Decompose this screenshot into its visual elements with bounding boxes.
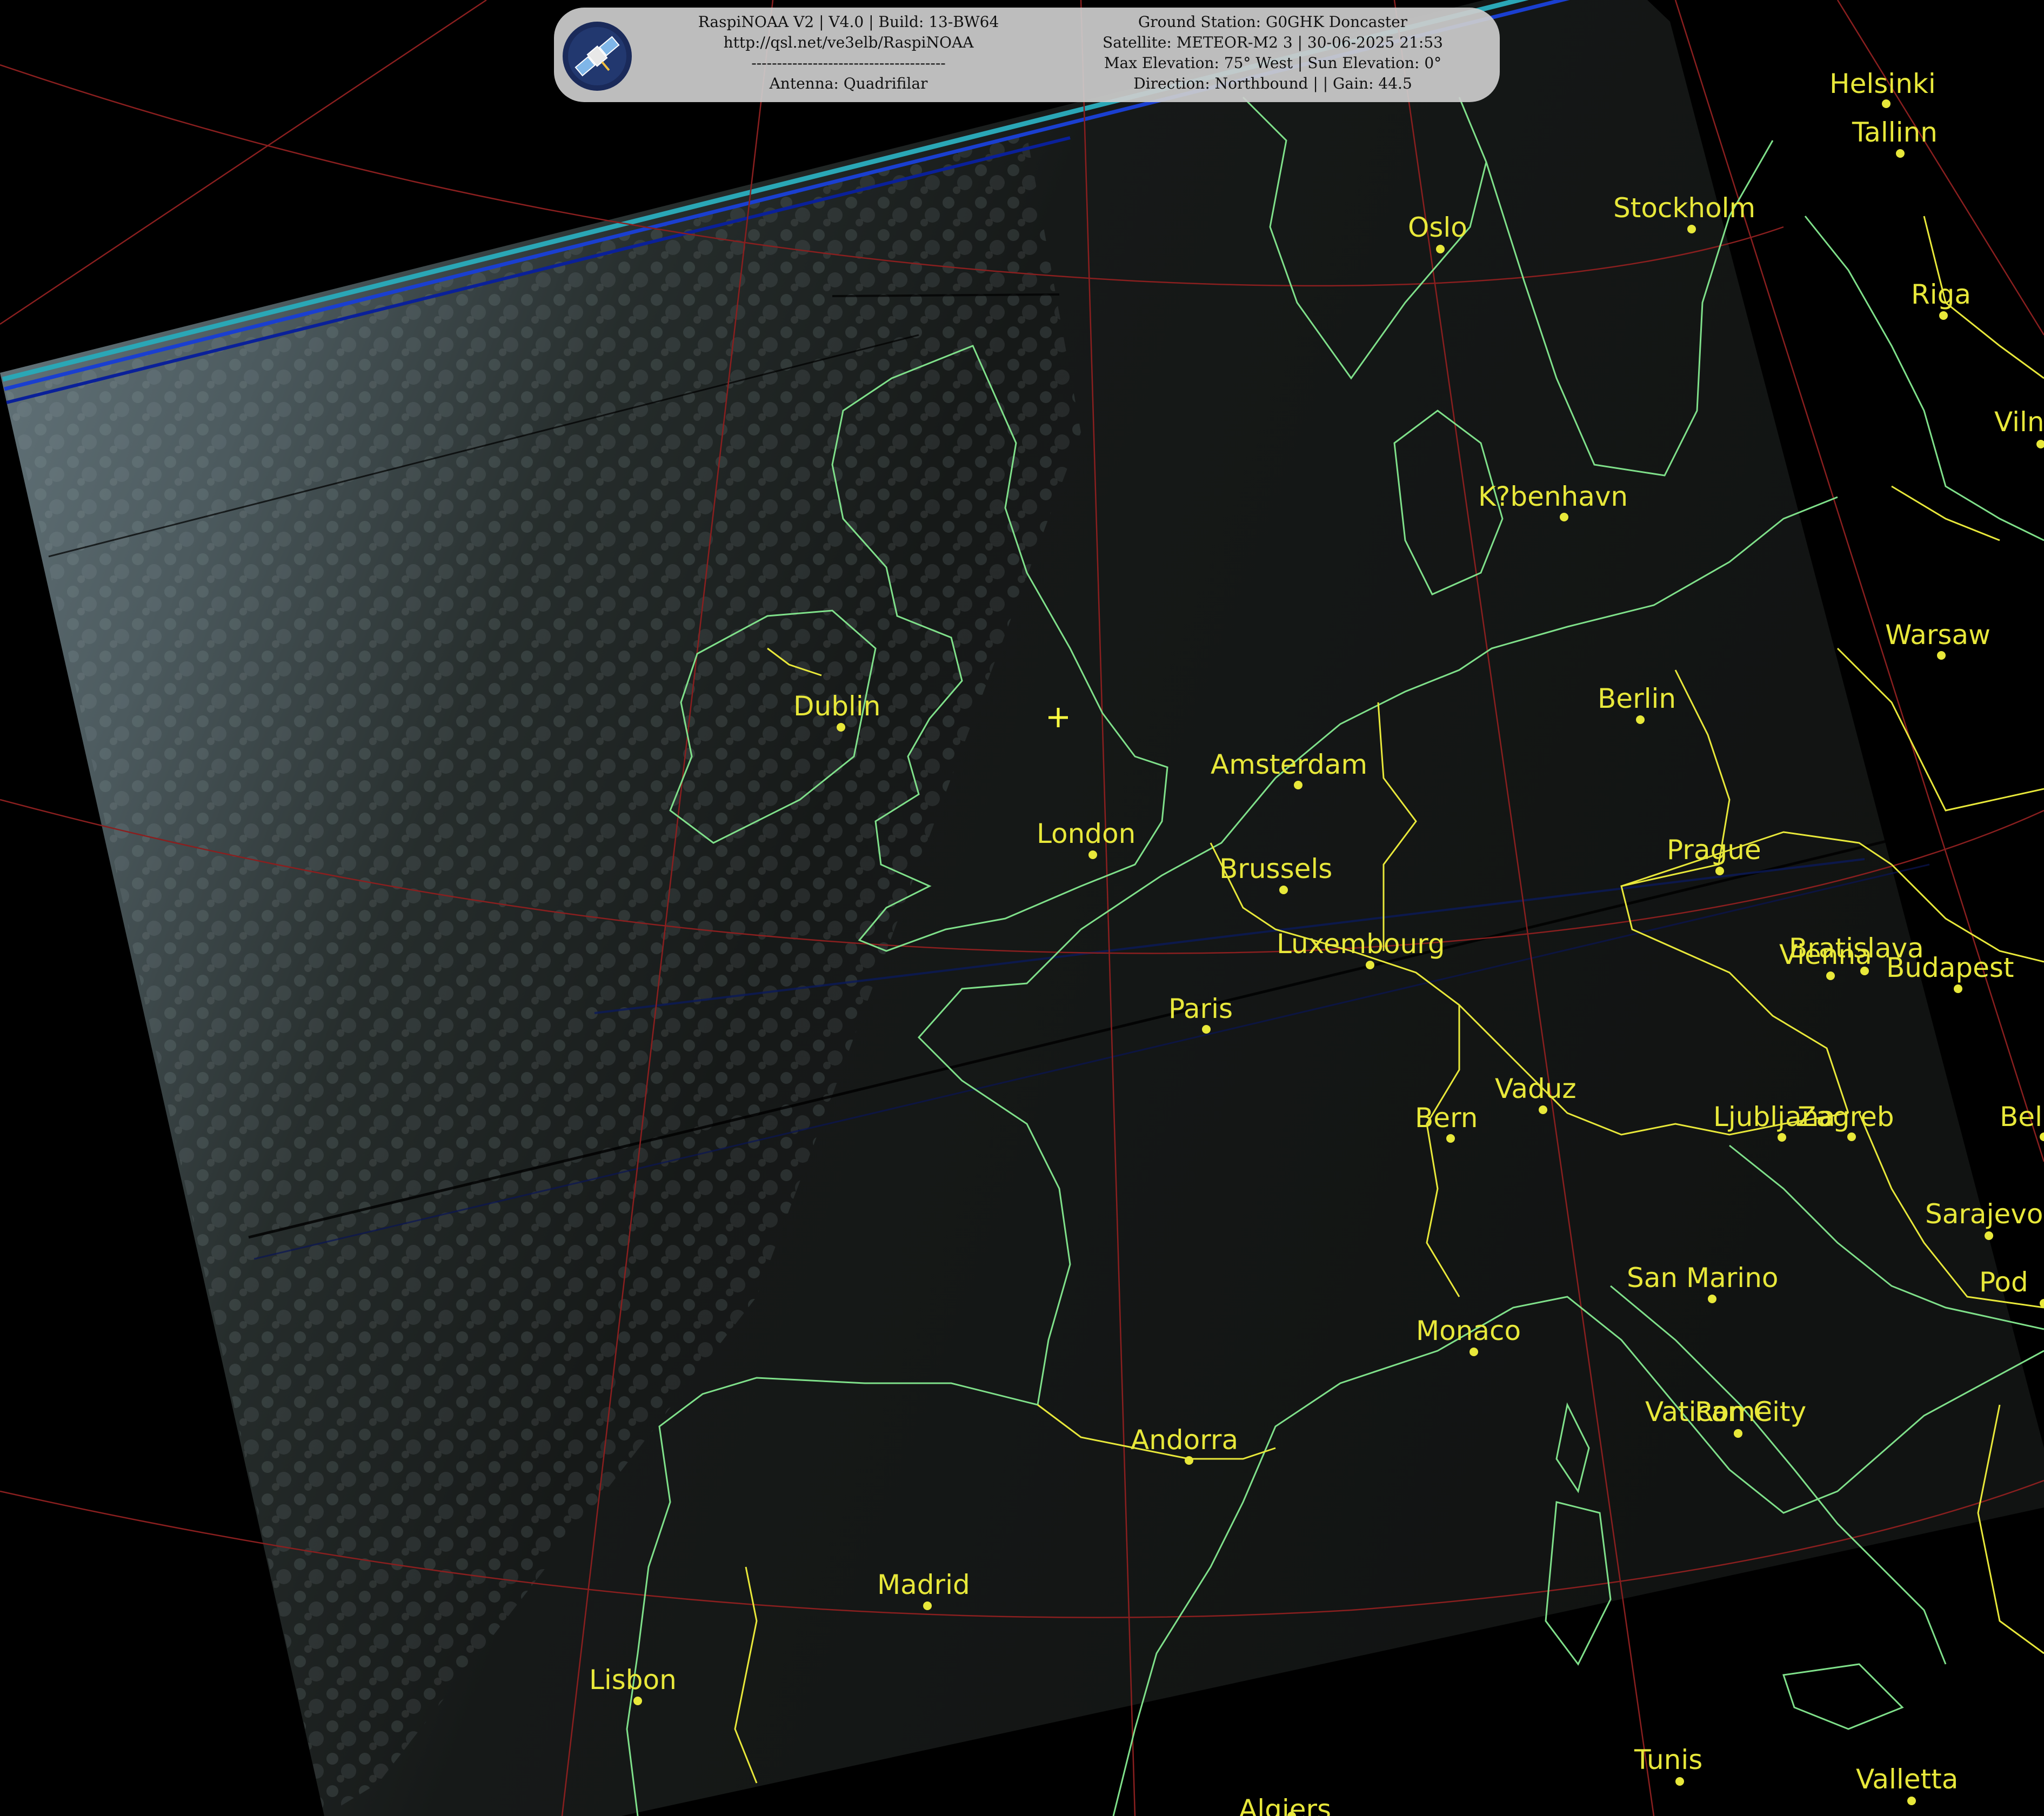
banner-left-column: RaspiNOAA V2 | V4.0 | Build: 13-BW64 htt… — [649, 12, 1048, 94]
city-label: Paris — [1168, 993, 1233, 1024]
city-tallinn: Tallinn — [1852, 117, 1938, 158]
city-label: Algiers — [1239, 1794, 1331, 1816]
city-label: Valletta — [1856, 1764, 1958, 1795]
city-dot-icon — [1366, 961, 1374, 969]
banner-right-column: Ground Station: G0GHK Doncaster Satellit… — [1051, 12, 1494, 94]
city-label: Rome — [1695, 1396, 1772, 1428]
city-label: Monaco — [1416, 1315, 1521, 1346]
city-dot-icon — [1539, 1105, 1547, 1114]
city-label: Vienna — [1779, 939, 1872, 970]
city-label: Pod — [1979, 1266, 2028, 1298]
city-label: Bern — [1415, 1102, 1478, 1134]
city-dot-icon — [1202, 1025, 1211, 1034]
city-riga: Riga — [1911, 279, 1971, 320]
city-label: Dublin — [793, 691, 880, 722]
city-label: Zagreb — [1798, 1101, 1894, 1133]
city-label: Lisbon — [589, 1664, 677, 1696]
city-helsinki: Helsinki — [1829, 68, 1936, 108]
banner-satellite: Satellite: METEOR-M2 3 | 30-06-2025 21:5… — [1103, 33, 1443, 51]
city-dot-icon — [1985, 1231, 1993, 1240]
city-label: Bel — [2000, 1101, 2042, 1133]
city-dot-icon — [1708, 1295, 1716, 1303]
city-valletta: Valletta — [1856, 1764, 1958, 1805]
city-dot-icon — [837, 723, 845, 732]
city-dot-icon — [633, 1697, 642, 1705]
banner-url: http://qsl.net/ve3elb/RaspiNOAA — [723, 33, 974, 51]
city-label: London — [1037, 818, 1135, 849]
banner-app-version: RaspiNOAA V2 | V4.0 | Build: 13-BW64 — [698, 13, 999, 31]
city-dot-icon — [2036, 440, 2044, 448]
city-label: K?benhavn — [1478, 481, 1628, 512]
city-dot-icon — [1937, 651, 1946, 660]
city-bel: Bel — [2000, 1101, 2044, 1141]
city-dot-icon — [1778, 1133, 1786, 1142]
banner-elevation: Max Elevation: 75° West | Sun Elevation:… — [1104, 54, 1442, 72]
city-label: Amsterdam — [1211, 749, 1367, 780]
city-dot-icon — [1279, 886, 1288, 894]
city-dot-icon — [1954, 984, 1962, 993]
city-label: Brussels — [1219, 853, 1332, 884]
city-label: Stockholm — [1613, 192, 1755, 224]
banner-ground-station: Ground Station: G0GHK Doncaster — [1138, 13, 1408, 31]
city-dot-icon — [1939, 311, 1948, 320]
city-dot-icon — [1687, 225, 1696, 233]
city-dot-icon — [1185, 1456, 1193, 1465]
city-label: Vaduz — [1495, 1073, 1577, 1104]
banner-divider: -------------------------------------- — [751, 54, 946, 72]
city-dot-icon — [1896, 149, 1905, 158]
city-dot-icon — [923, 1601, 932, 1610]
city-dot-icon — [1294, 781, 1302, 789]
city-label: Viln — [1994, 406, 2044, 438]
city-dot-icon — [2040, 1133, 2044, 1141]
city-dot-icon — [1734, 1429, 1742, 1438]
city-label: Sarajevo — [1925, 1198, 2043, 1230]
city-label: Budapest — [1886, 952, 2014, 983]
city-dot-icon — [1088, 850, 1097, 859]
city-tunis: Tunis — [1634, 1744, 1702, 1786]
city-algiers: Algiers — [1239, 1794, 1331, 1816]
city-label: Berlin — [1598, 683, 1676, 714]
city-label: Madrid — [877, 1569, 970, 1600]
city-label: Helsinki — [1829, 68, 1936, 99]
city-label: Luxembourg — [1277, 928, 1445, 960]
city-dot-icon — [1675, 1777, 1684, 1786]
city-label: Prague — [1667, 834, 1761, 866]
city-dot-icon — [1446, 1134, 1455, 1143]
city-dot-icon — [1882, 99, 1891, 108]
city-dot-icon — [1715, 867, 1724, 875]
city-label: Warsaw — [1885, 619, 1990, 651]
city-label: San Marino — [1627, 1262, 1778, 1294]
city-label: Tallinn — [1852, 117, 1938, 148]
city-dot-icon — [1636, 715, 1645, 724]
city-label: Tunis — [1634, 1744, 1702, 1775]
city-label: Oslo — [1408, 212, 1467, 243]
city-dot-icon — [1907, 1797, 1916, 1805]
info-banner: RaspiNOAA V2 | V4.0 | Build: 13-BW64 htt… — [554, 8, 1500, 102]
city-label: Andorra — [1131, 1424, 1238, 1456]
city-dot-icon — [1469, 1348, 1478, 1356]
city-dot-icon — [1560, 513, 1568, 521]
city-dot-icon — [1847, 1133, 1856, 1141]
city-dot-icon — [1436, 245, 1445, 253]
banner-direction: Direction: Northbound | | Gain: 44.5 — [1133, 75, 1412, 92]
city-dot-icon — [1826, 971, 1835, 980]
satellite-logo-icon — [563, 22, 632, 91]
banner-antenna: Antenna: Quadrifilar — [769, 75, 928, 92]
city-warsaw: Warsaw — [1885, 619, 1990, 660]
city-label: Riga — [1911, 279, 1971, 310]
city-viln: Viln — [1994, 406, 2044, 448]
satellite-map: Helsinki Tallinn Stockholm Oslo Riga Viln K?be… — [0, 0, 2044, 1816]
